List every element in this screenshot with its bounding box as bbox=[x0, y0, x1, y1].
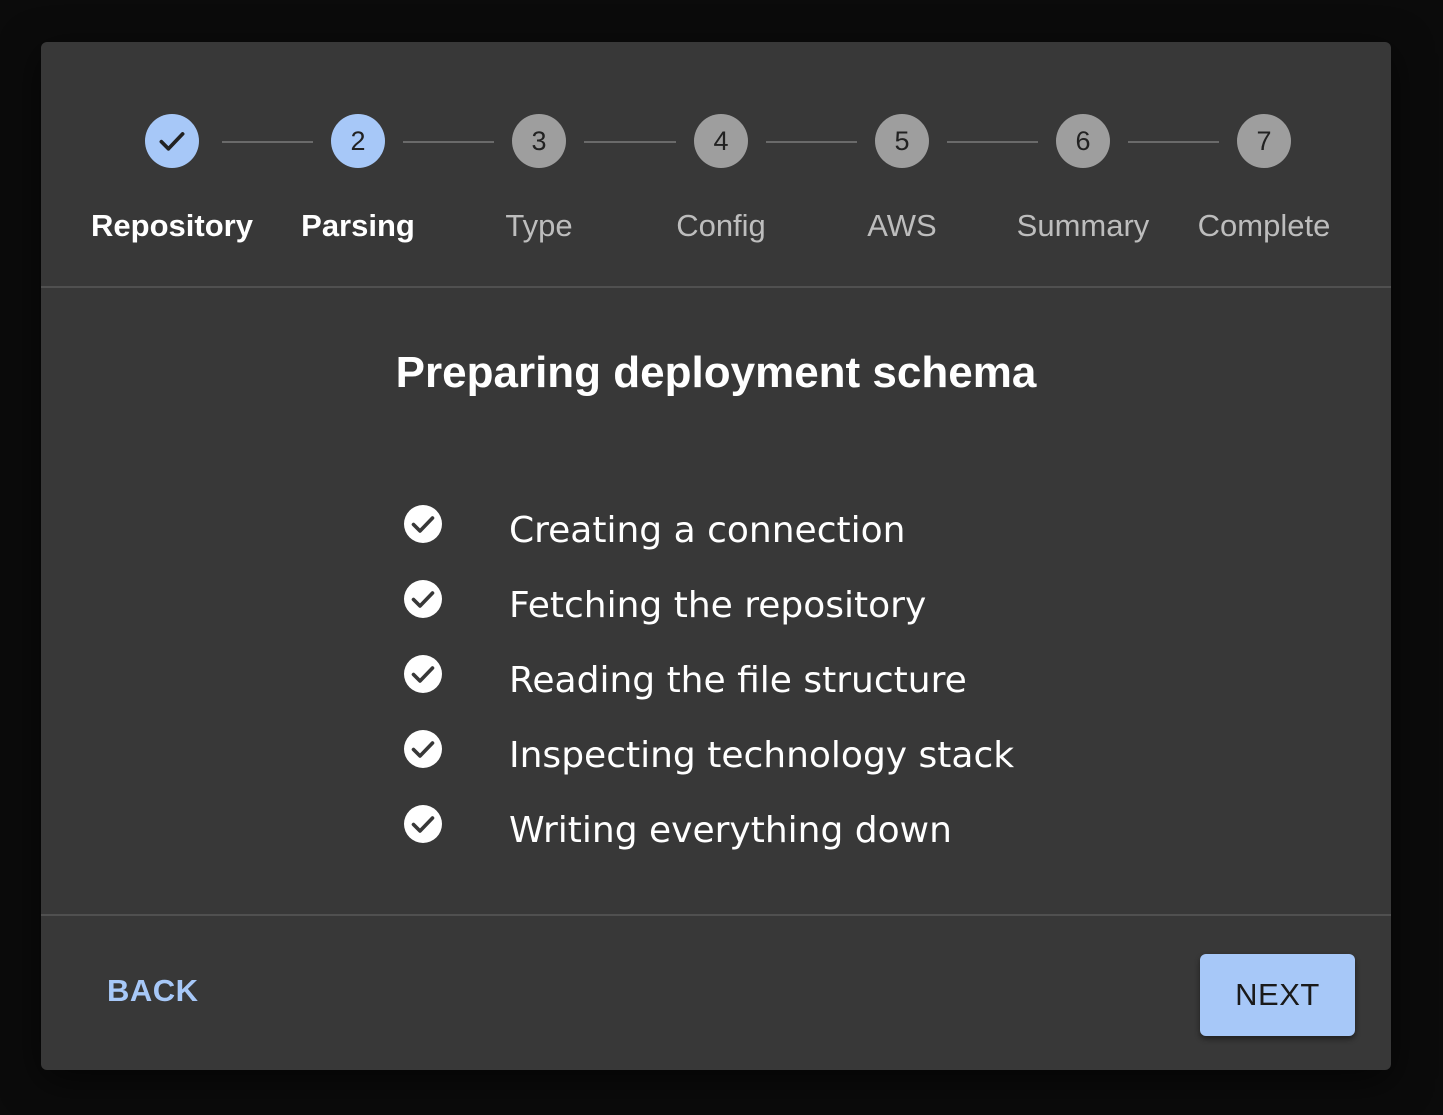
step-number: 3 bbox=[531, 125, 547, 156]
check-circle-icon bbox=[404, 805, 442, 843]
check-circle-icon bbox=[404, 505, 442, 543]
step-number: 2 bbox=[350, 125, 366, 156]
step-type-indicator: 3 bbox=[512, 114, 566, 168]
step-number: 6 bbox=[1075, 125, 1091, 156]
deployment-wizard-dialog: Repository 2 Parsing 3 Type 4 Config 5 A… bbox=[41, 42, 1391, 1070]
check-circle-icon bbox=[404, 730, 442, 768]
step-connector bbox=[947, 141, 1038, 143]
step-number: 5 bbox=[894, 125, 910, 156]
step-summary-label: Summary bbox=[1016, 208, 1150, 243]
checkmark-icon bbox=[159, 132, 185, 151]
task-label: Writing everything down bbox=[509, 810, 952, 851]
step-parsing-indicator: 2 bbox=[331, 114, 385, 168]
step-parsing-label: Parsing bbox=[301, 208, 415, 243]
step-summary-indicator: 6 bbox=[1056, 114, 1110, 168]
step-connector bbox=[1128, 141, 1219, 143]
step-aws-indicator: 5 bbox=[875, 114, 929, 168]
dialog-footer: BACK NEXT bbox=[41, 914, 1391, 1072]
step-config-indicator: 4 bbox=[694, 114, 748, 168]
step-repository-label: Repository bbox=[91, 208, 253, 243]
step-complete-indicator: 7 bbox=[1237, 114, 1291, 168]
step-repository-indicator bbox=[145, 114, 199, 168]
next-button[interactable]: NEXT bbox=[1200, 954, 1355, 1036]
check-circle-icon bbox=[404, 655, 442, 693]
page-title: Preparing deployment schema bbox=[395, 348, 1037, 397]
step-connector bbox=[766, 141, 857, 143]
task-label: Reading the file structure bbox=[509, 660, 967, 701]
check-circle-icon bbox=[404, 580, 442, 618]
step-complete-label: Complete bbox=[1197, 208, 1331, 243]
step-connector bbox=[222, 141, 313, 143]
step-number: 7 bbox=[1256, 125, 1272, 156]
step-connector bbox=[584, 141, 676, 143]
step-config-label: Config bbox=[676, 208, 766, 243]
step-type-label: Type bbox=[505, 208, 573, 243]
task-label: Inspecting technology stack bbox=[509, 735, 1015, 776]
step-aws-label: AWS bbox=[867, 208, 937, 243]
step-number: 4 bbox=[713, 125, 729, 156]
step-connector bbox=[403, 141, 494, 143]
stepper: Repository 2 Parsing 3 Type 4 Config 5 A… bbox=[41, 42, 1391, 288]
task-label: Creating a connection bbox=[509, 510, 906, 551]
back-button[interactable]: BACK bbox=[93, 956, 213, 1026]
task-label: Fetching the repository bbox=[509, 585, 927, 626]
